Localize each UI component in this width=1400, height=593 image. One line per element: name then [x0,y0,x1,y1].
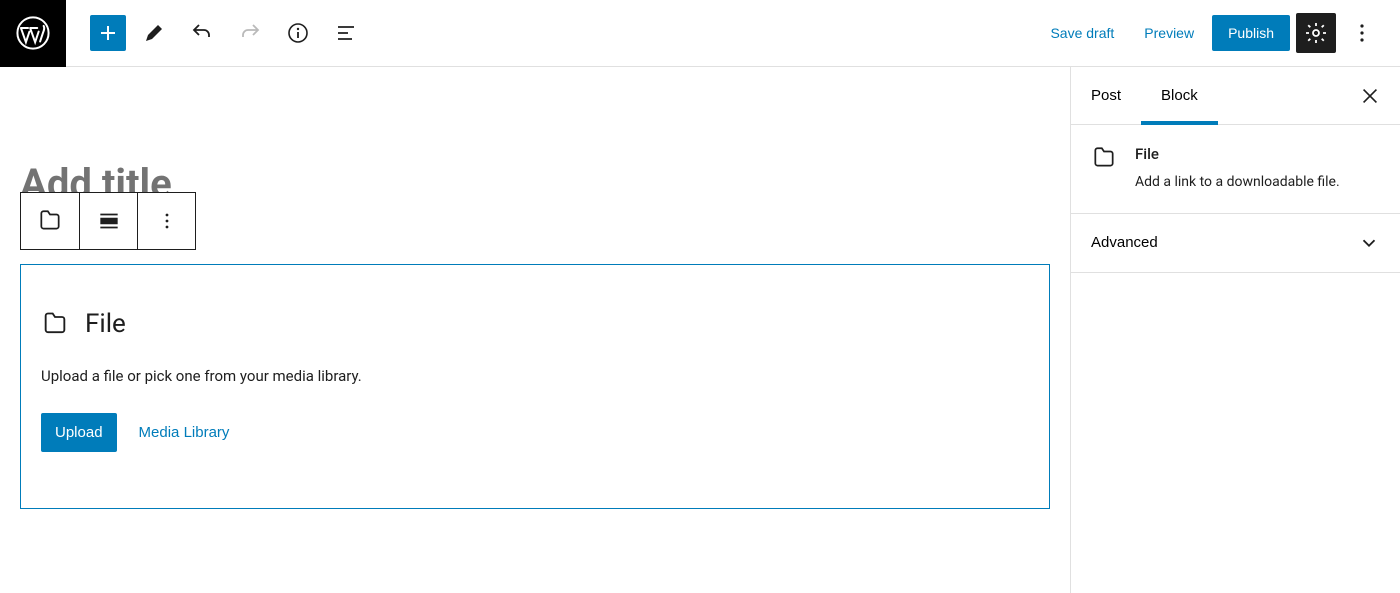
undo-button[interactable] [182,13,222,53]
panel-advanced-label: Advanced [1091,234,1158,251]
file-block-actions: Upload Media Library [41,413,1029,452]
file-icon [41,310,69,338]
upload-button[interactable]: Upload [41,413,117,452]
info-button[interactable] [278,13,318,53]
block-align-button[interactable] [79,193,137,249]
outline-button[interactable] [326,13,366,53]
pencil-icon [142,21,166,45]
file-icon [1091,145,1117,171]
block-info-text: File Add a link to a downloadable file. [1135,145,1340,193]
outline-icon [334,21,358,45]
file-block-description: Upload a file or pick one from your medi… [41,367,1029,385]
block-toolbar [20,192,196,250]
block-info-description: Add a link to a downloadable file. [1135,173,1340,193]
settings-button[interactable] [1296,13,1336,53]
info-icon [286,21,310,45]
preview-button[interactable]: Preview [1132,17,1206,49]
editor-canvas: Add title [0,67,1071,593]
panel-advanced-toggle[interactable]: Advanced [1071,214,1400,272]
toolbar-right: Save draft Preview Publish [1038,13,1400,53]
block-info-title: File [1135,145,1340,163]
plus-icon [96,21,120,45]
block-more-button[interactable] [137,193,195,249]
close-icon [1359,85,1381,107]
tab-block[interactable]: Block [1141,67,1218,124]
more-vertical-icon [1350,21,1374,45]
file-icon [37,208,63,234]
undo-icon [190,21,214,45]
align-icon [96,208,122,234]
gear-icon [1304,21,1328,45]
more-options-button[interactable] [1342,13,1382,53]
add-block-button[interactable] [90,15,126,51]
block-info: File Add a link to a downloadable file. [1071,125,1400,214]
file-block-placeholder[interactable]: File Upload a file or pick one from your… [20,264,1050,509]
block-type-button[interactable] [21,193,79,249]
editor-header: Save draft Preview Publish [0,0,1400,67]
settings-sidebar: Post Block File Add a link to a download… [1071,67,1400,593]
chevron-down-icon [1358,232,1380,254]
edit-mode-button[interactable] [134,13,174,53]
tab-post[interactable]: Post [1071,67,1141,124]
file-block-heading: File [41,309,1029,339]
sidebar-tabs: Post Block [1071,67,1400,125]
close-sidebar-button[interactable] [1346,72,1394,120]
toolbar-left [66,13,366,53]
save-draft-button[interactable]: Save draft [1038,17,1126,49]
redo-icon [238,21,262,45]
redo-button[interactable] [230,13,270,53]
file-block-title: File [85,309,126,339]
wordpress-logo[interactable] [0,0,66,67]
more-vertical-icon [155,209,179,233]
wordpress-icon [16,16,50,50]
main: Add title [0,67,1400,593]
media-library-button[interactable]: Media Library [139,424,230,441]
publish-button[interactable]: Publish [1212,15,1290,51]
panel-advanced: Advanced [1071,214,1400,273]
